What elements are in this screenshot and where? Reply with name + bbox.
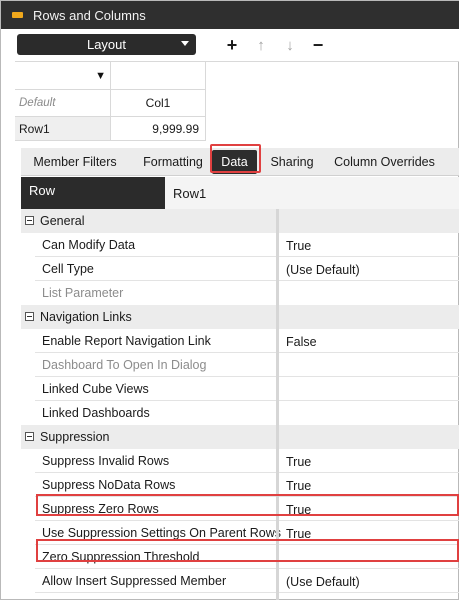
- plus-icon[interactable]: +: [222, 35, 242, 55]
- property-name: Enable Report Navigation Link: [42, 334, 211, 348]
- tab-sharing[interactable]: Sharing: [261, 150, 323, 174]
- row-selector: Row Row1: [21, 177, 459, 209]
- tab-formatting[interactable]: Formatting: [131, 150, 215, 174]
- data-tab-highlight: [210, 144, 261, 173]
- layout-dropdown-label: Layout: [86, 37, 127, 52]
- grid-header-empty: [111, 62, 206, 90]
- title-bar: Rows and Columns: [1, 1, 459, 29]
- property-name: List Parameter: [42, 286, 124, 300]
- default-label: Default: [15, 90, 111, 117]
- row-divider: [35, 256, 459, 257]
- property-name: Use Suppression Settings On Parent Rows: [42, 526, 282, 540]
- property-value[interactable]: True: [286, 239, 311, 253]
- property-name: Dashboard To Open In Dialog: [42, 358, 207, 372]
- zero-suppression-threshold-highlight: [36, 539, 459, 562]
- property-name: Suppress Invalid Rows: [42, 454, 170, 468]
- collapse-icon[interactable]: [25, 432, 34, 441]
- suppress-zero-rows-highlight: [36, 494, 459, 516]
- row-header-row1[interactable]: Row1: [15, 117, 111, 141]
- property-value[interactable]: False: [286, 335, 317, 349]
- layout-grid: ▼ Default Col1 Row1 9,999.99: [15, 61, 459, 141]
- property-row[interactable]: Cell Type (Use Default): [21, 257, 459, 281]
- property-value[interactable]: True: [286, 455, 311, 469]
- panel-icon: [12, 12, 23, 18]
- property-value[interactable]: (Use Default): [286, 575, 360, 589]
- row-name-value[interactable]: Row1: [173, 177, 206, 209]
- category-navigation-links[interactable]: Navigation Links: [21, 305, 459, 329]
- category-general[interactable]: General: [21, 209, 459, 233]
- row-type-label: Row: [21, 177, 165, 209]
- grid-corner-cell[interactable]: ▼: [15, 62, 111, 90]
- row-divider: [35, 472, 459, 473]
- chevron-down-icon: [181, 41, 189, 46]
- property-value[interactable]: (Use Default): [286, 263, 360, 277]
- category-suppression[interactable]: Suppression: [21, 425, 459, 449]
- row-divider: [35, 400, 459, 401]
- row-divider: [35, 520, 459, 521]
- row-divider: [35, 352, 459, 353]
- toolbar: Layout + ↑ ↓ −: [1, 29, 459, 61]
- tab-member-filters[interactable]: Member Filters: [23, 150, 127, 174]
- property-row[interactable]: Dashboard To Open In Dialog: [21, 353, 459, 377]
- layout-dropdown[interactable]: Layout: [17, 34, 196, 55]
- arrow-up-icon[interactable]: ↑: [251, 35, 271, 55]
- property-name: Linked Cube Views: [42, 382, 149, 396]
- property-name: Linked Dashboards: [42, 406, 150, 420]
- collapse-icon[interactable]: [25, 216, 34, 225]
- row-divider: [35, 592, 459, 593]
- category-label: Suppression: [40, 430, 110, 444]
- property-row[interactable]: Allow Insert Suppressed Member (Use Defa…: [21, 569, 459, 593]
- property-row[interactable]: List Parameter: [21, 281, 459, 305]
- property-row[interactable]: Suppress Invalid Rows True: [21, 449, 459, 473]
- property-row[interactable]: Linked Dashboards: [21, 401, 459, 425]
- property-row[interactable]: Enable Report Navigation Link False: [21, 329, 459, 353]
- tab-column-overrides[interactable]: Column Overrides: [327, 150, 442, 174]
- row-divider: [35, 376, 459, 377]
- filter-icon[interactable]: ▼: [95, 70, 106, 82]
- property-name: Cell Type: [42, 262, 94, 276]
- property-row[interactable]: Linked Cube Views: [21, 377, 459, 401]
- property-name: Allow Insert Suppressed Member: [42, 574, 227, 588]
- category-label: General: [40, 214, 85, 228]
- rows-and-columns-panel: Rows and Columns Layout + ↑ ↓ − ▼ Defaul…: [0, 0, 459, 600]
- property-row[interactable]: Can Modify Data True: [21, 233, 459, 257]
- property-name: Can Modify Data: [42, 238, 136, 252]
- collapse-icon[interactable]: [25, 312, 34, 321]
- property-name: Suppress NoData Rows: [42, 478, 176, 492]
- window-title: Rows and Columns: [33, 7, 146, 23]
- grid-cell-value[interactable]: 9,999.99: [111, 117, 206, 141]
- category-label: Navigation Links: [40, 310, 132, 324]
- minus-icon[interactable]: −: [308, 35, 328, 55]
- property-value[interactable]: True: [286, 479, 311, 493]
- row-divider: [35, 568, 459, 569]
- row-divider: [35, 280, 459, 281]
- property-grid: General Can Modify Data True Cell Type (…: [21, 209, 459, 600]
- column-header-col1[interactable]: Col1: [111, 90, 206, 117]
- arrow-down-icon[interactable]: ↓: [280, 35, 300, 55]
